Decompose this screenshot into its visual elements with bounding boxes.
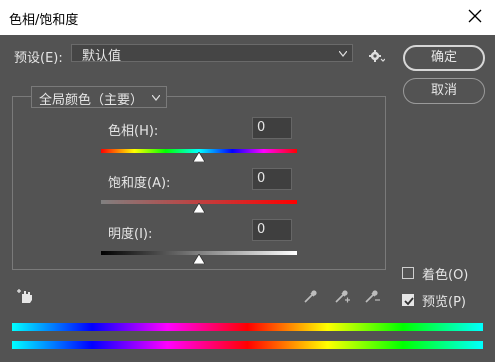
hue-saturation-dialog: 色相/饱和度 预设(E): 默认值 确定 取消 全局颜色（主要） 色相(H): … [0, 0, 495, 362]
eyedropper-icon[interactable] [302, 287, 320, 305]
input-color-bar [12, 323, 483, 331]
chevron-down-icon [152, 95, 160, 101]
eyedropper-plus-icon[interactable] [333, 287, 351, 305]
lightness-input[interactable]: 0 [252, 219, 292, 241]
eyedropper-minus-icon[interactable] [363, 287, 381, 305]
title-bar: 色相/饱和度 [0, 0, 495, 35]
gear-icon[interactable] [369, 49, 385, 63]
preview-label: 预览(P) [422, 295, 466, 310]
preset-label: 预设(E): [14, 51, 63, 66]
channel-value: 全局颜色（主要） [39, 93, 144, 108]
hue-slider-thumb[interactable] [193, 152, 205, 162]
saturation-label: 饱和度(A): [108, 176, 171, 191]
output-color-bar [12, 341, 483, 349]
checkmark-icon [404, 297, 414, 306]
adjustment-group [12, 96, 386, 270]
chevron-down-icon [339, 51, 347, 57]
preview-checkbox[interactable] [402, 294, 414, 306]
cancel-button[interactable]: 取消 [403, 78, 485, 104]
lightness-label: 明度(I): [108, 227, 153, 242]
colorize-label: 着色(O) [422, 268, 469, 283]
dialog-title: 色相/饱和度 [9, 13, 79, 28]
lightness-slider-thumb[interactable] [193, 254, 205, 264]
preset-dropdown[interactable]: 默认值 [71, 44, 353, 64]
hand-icon[interactable] [16, 287, 36, 305]
close-icon[interactable] [465, 6, 485, 26]
hue-input[interactable]: 0 [252, 117, 292, 139]
hue-label: 色相(H): [108, 124, 159, 139]
channel-dropdown[interactable]: 全局颜色（主要） [31, 86, 167, 108]
ok-button[interactable]: 确定 [403, 45, 485, 71]
saturation-slider-thumb[interactable] [193, 203, 205, 213]
saturation-input[interactable]: 0 [252, 168, 292, 190]
colorize-checkbox[interactable] [402, 267, 414, 279]
preset-value: 默认值 [82, 49, 122, 64]
